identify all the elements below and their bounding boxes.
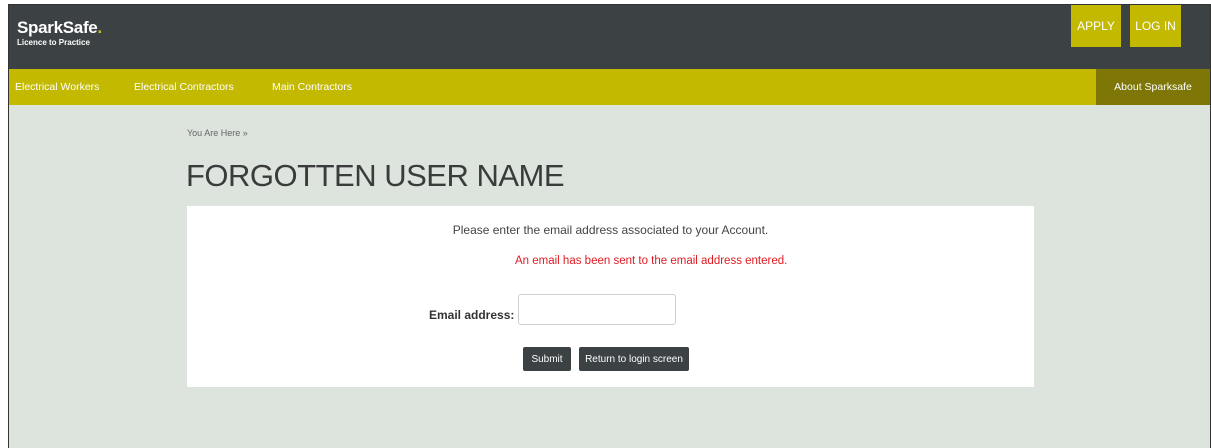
nav-item-about-sparksafe[interactable]: About Sparksafe — [1096, 69, 1210, 105]
return-to-login-button[interactable]: Return to login screen — [579, 347, 689, 371]
logo-tagline: Licence to Practice — [17, 38, 90, 47]
page-frame: SparkSafe. Licence to Practice APPLY LOG… — [8, 4, 1211, 448]
email-field-label: Email address: — [429, 308, 515, 322]
breadcrumb: You Are Here » — [187, 128, 248, 138]
page-title: FORGOTTEN USER NAME — [186, 158, 565, 193]
nav-item-electrical-workers[interactable]: Electrical Workers — [15, 69, 99, 105]
email-sent-message: An email has been sent to the email addr… — [515, 255, 788, 267]
logo-wordmark: SparkSafe. — [17, 19, 102, 37]
submit-button[interactable]: Submit — [523, 347, 571, 371]
logo-dot: . — [97, 18, 102, 37]
form-instruction: Please enter the email address associate… — [452, 223, 769, 237]
logo-name: SparkSafe — [17, 18, 98, 37]
forgotten-username-form-panel: Please enter the email address associate… — [187, 206, 1034, 387]
login-button[interactable]: LOG IN — [1130, 5, 1181, 47]
nav-item-electrical-contractors[interactable]: Electrical Contractors — [134, 69, 234, 105]
top-header-bar: SparkSafe. Licence to Practice APPLY LOG… — [9, 5, 1210, 69]
nav-item-main-contractors[interactable]: Main Contractors — [272, 69, 352, 105]
sparksafe-logo[interactable]: SparkSafe. Licence to Practice — [17, 19, 102, 48]
apply-button[interactable]: APPLY — [1071, 5, 1121, 47]
main-nav: Electrical Workers Electrical Contractor… — [9, 69, 1210, 105]
email-field[interactable] — [518, 294, 676, 325]
